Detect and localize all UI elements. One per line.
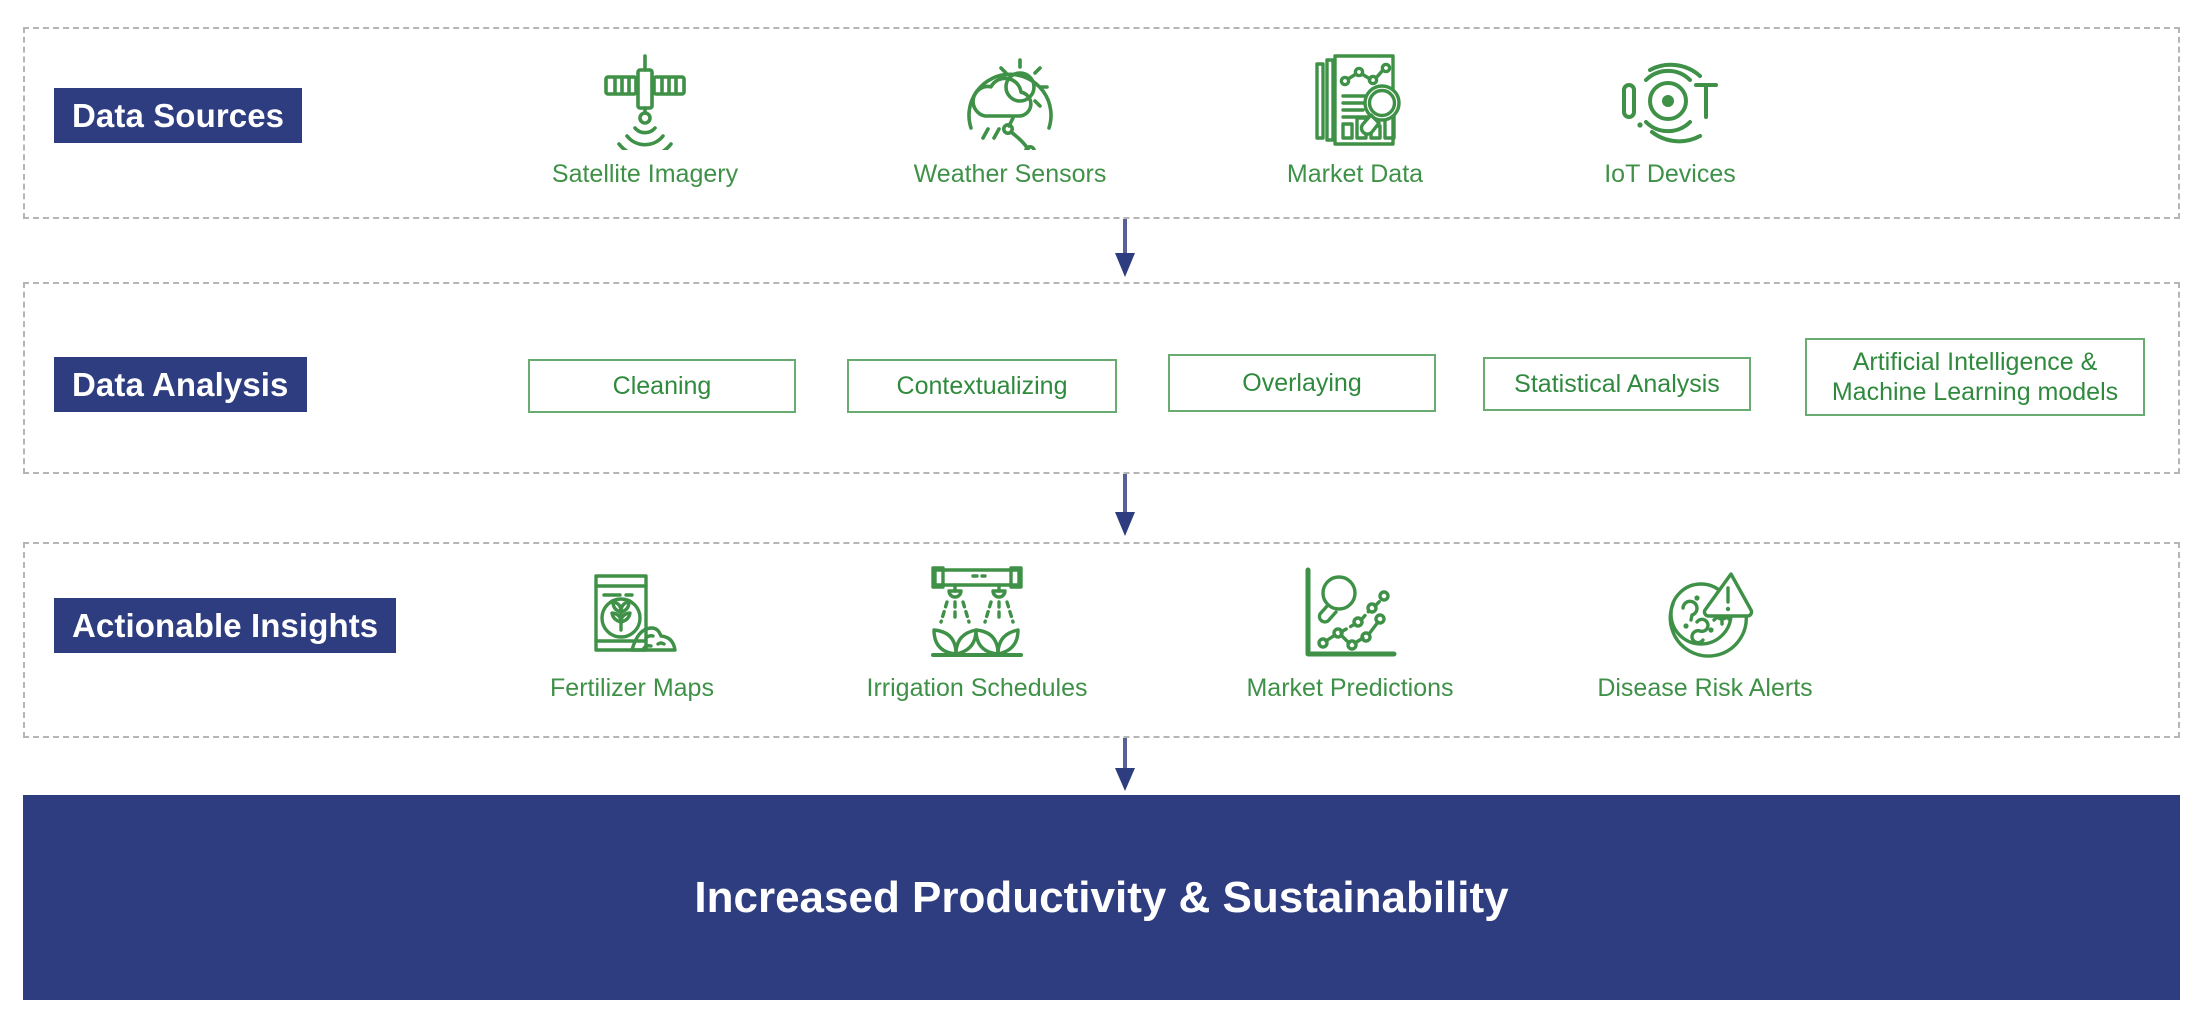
stage-label-actionable-insights: Actionable Insights [54,598,397,653]
analysis-step-ai-ml-models[interactable]: Artificial Intelligence & Machine Learni… [1805,338,2145,416]
node-label: Irrigation Schedules [866,674,1088,702]
node-market-predictions: Market Predictions [1220,562,1480,703]
node-iot-devices: IoT Devices [1540,48,1800,189]
weather-sensor-icon [880,48,1140,152]
node-label: IoT Devices [1604,160,1736,188]
stage-label-data-sources: Data Sources [54,88,303,143]
analysis-step-overlaying[interactable]: Overlaying [1168,354,1436,412]
node-market-data: Market Data [1225,48,1485,189]
fertilizer-bag-icon [502,562,762,666]
outcome-label: Increased Productivity & Sustainability [694,872,1509,922]
arrow-analysis-to-insights [1112,474,1138,542]
node-satellite-imagery: Satellite Imagery [515,48,775,189]
diagram-canvas: Data Sources Satellite Imagery Weather S… [0,0,2211,1013]
node-disease-risk-alerts: Disease Risk Alerts [1575,562,1835,703]
node-label: Market Predictions [1246,674,1454,702]
step-label: Cleaning [612,371,712,400]
node-label: Weather Sensors [913,160,1107,188]
analysis-step-statistical-analysis[interactable]: Statistical Analysis [1483,357,1751,411]
node-label: Satellite Imagery [551,160,739,188]
analysis-step-cleaning[interactable]: Cleaning [528,359,796,413]
node-fertilizer-maps: Fertilizer Maps [502,562,762,703]
step-label: Statistical Analysis [1514,369,1720,398]
stage-label-data-analysis: Data Analysis [54,357,307,412]
step-label: Contextualizing [896,371,1068,400]
step-label: Overlaying [1242,368,1362,397]
arrow-insights-to-outcome [1112,738,1138,795]
node-irrigation-schedules: Irrigation Schedules [847,562,1107,703]
market-prediction-chart-icon [1220,562,1480,666]
satellite-icon [515,48,775,152]
node-label: Disease Risk Alerts [1597,674,1813,702]
node-label: Fertilizer Maps [550,674,714,702]
market-report-icon [1225,48,1485,152]
analysis-step-contextualizing[interactable]: Contextualizing [847,359,1117,413]
arrow-sources-to-analysis [1112,219,1138,282]
disease-risk-icon [1575,562,1835,666]
irrigation-sprinkler-icon [847,562,1107,666]
node-label: Market Data [1286,160,1424,188]
iot-icon [1540,48,1800,152]
step-label: Artificial Intelligence & Machine Learni… [1831,347,2119,407]
node-weather-sensors: Weather Sensors [880,48,1140,189]
outcome-banner: Increased Productivity & Sustainability [23,795,2180,1000]
